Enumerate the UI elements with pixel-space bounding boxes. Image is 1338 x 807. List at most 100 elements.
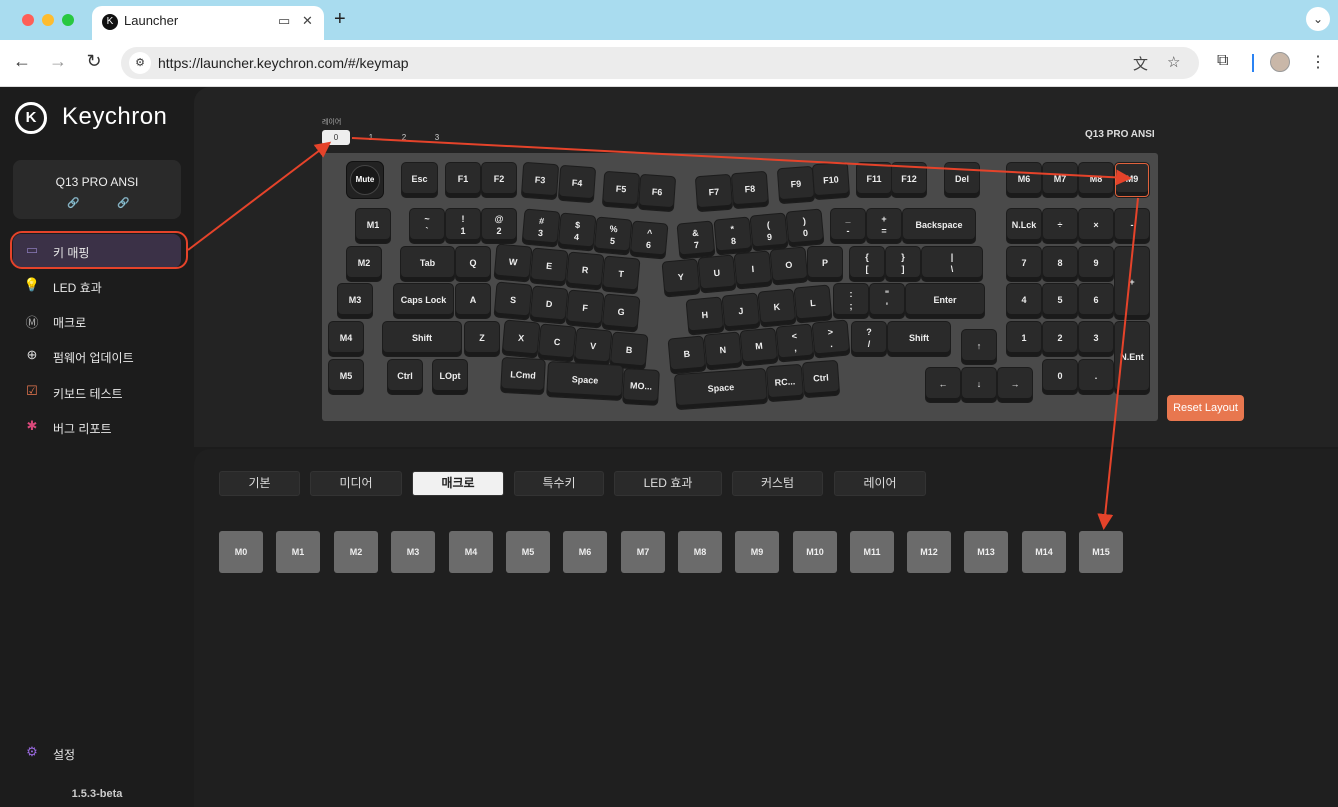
key[interactable]: M (740, 328, 778, 366)
browser-menu-icon[interactable]: ⋮ (1310, 52, 1326, 72)
key[interactable]: F5 (602, 171, 640, 209)
macro-key-m2[interactable]: M2 (334, 531, 378, 573)
link-icon[interactable]: 🔗 (67, 198, 79, 209)
key[interactable]: J (722, 293, 760, 331)
macro-key-m12[interactable]: M12 (907, 531, 951, 573)
key[interactable]: 2 (1043, 322, 1077, 356)
key[interactable]: M9 (1115, 163, 1149, 197)
key[interactable]: > . (812, 320, 850, 358)
key[interactable]: Esc (402, 163, 437, 197)
layer-button-3[interactable]: 3 (423, 130, 451, 145)
macro-key-m3[interactable]: M3 (391, 531, 435, 573)
key[interactable]: M4 (329, 322, 363, 356)
key[interactable]: RC... (766, 364, 804, 402)
macro-key-m6[interactable]: M6 (563, 531, 607, 573)
minimize-window-button[interactable] (42, 14, 54, 26)
tab-custom[interactable]: 커스텀 (732, 471, 823, 496)
key[interactable]: 1 (1007, 322, 1041, 356)
key[interactable]: @ 2 (482, 209, 516, 243)
key[interactable]: ! 1 (446, 209, 480, 243)
key[interactable]: 9 (1079, 247, 1113, 281)
reset-layout-button[interactable]: Reset Layout (1167, 395, 1244, 421)
sidebar-item-firmware[interactable]: ⊕ 펌웨어 업데이트 (13, 339, 181, 373)
tab-media[interactable]: 미디어 (310, 471, 402, 496)
key[interactable]: F3 (521, 162, 559, 200)
key[interactable]: Del (945, 163, 979, 197)
key[interactable]: M5 (329, 360, 363, 394)
key[interactable]: M6 (1007, 163, 1041, 197)
url-text[interactable]: https://launcher.keychron.com/#/keymap (158, 55, 409, 71)
key[interactable]: | \ (922, 247, 982, 281)
key[interactable]: F9 (777, 166, 815, 204)
layer-button-0[interactable]: 0 (322, 130, 350, 145)
key[interactable]: W (494, 244, 532, 282)
key[interactable]: Backspace (903, 209, 975, 243)
address-bar[interactable]: ⚙ https://launcher.keychron.com/#/keymap… (121, 47, 1199, 79)
close-window-button[interactable] (22, 14, 34, 26)
key[interactable]: Enter (906, 284, 984, 318)
key[interactable]: Shift (383, 322, 461, 356)
key[interactable]: + = (867, 209, 901, 243)
key[interactable]: M7 (1043, 163, 1077, 197)
key[interactable]: F10 (812, 162, 850, 200)
key[interactable]: F1 (446, 163, 480, 197)
volume-knob[interactable]: Mute (347, 162, 383, 198)
key[interactable]: M8 (1079, 163, 1113, 197)
key[interactable]: N.Ent (1115, 322, 1149, 394)
key[interactable]: ← (926, 368, 960, 402)
key[interactable]: - (1115, 209, 1149, 243)
key[interactable]: F2 (482, 163, 516, 197)
site-settings-icon[interactable]: ⚙ (129, 52, 151, 74)
key[interactable]: : ; (834, 284, 868, 318)
tab-media-icon[interactable]: ▭ (278, 13, 290, 29)
key[interactable]: Caps Lock (394, 284, 453, 318)
sidebar-item-macro[interactable]: Ⓜ 매크로 (13, 304, 181, 338)
key[interactable]: Z (465, 322, 499, 356)
key[interactable]: S (494, 282, 532, 320)
key[interactable]: → (998, 368, 1032, 402)
macro-key-m14[interactable]: M14 (1022, 531, 1066, 573)
key[interactable]: 3 (1079, 322, 1113, 356)
key[interactable]: F (566, 290, 604, 328)
forward-arrow-icon[interactable]: → (46, 51, 70, 72)
key[interactable]: B (610, 332, 648, 370)
key[interactable]: LOpt (433, 360, 467, 394)
key[interactable]: X (502, 320, 540, 358)
key[interactable]: _ - (831, 209, 865, 243)
key[interactable]: Tab (401, 247, 454, 281)
macro-key-m9[interactable]: M9 (735, 531, 779, 573)
key[interactable]: F4 (558, 165, 596, 203)
key[interactable]: Y (662, 259, 700, 297)
sidebar-item-test[interactable]: ☑ 키보드 테스트 (13, 375, 181, 409)
key[interactable]: E (530, 248, 568, 286)
key[interactable]: ↓ (962, 368, 996, 402)
key[interactable]: O (770, 247, 808, 285)
key[interactable]: LCmd (501, 357, 545, 395)
key[interactable]: H (686, 297, 724, 335)
key[interactable]: MO... (623, 369, 659, 405)
key[interactable]: T (602, 256, 640, 294)
key[interactable]: % 5 (594, 217, 632, 255)
tab-macro[interactable]: 매크로 (412, 471, 504, 496)
translate-icon[interactable]: 文 (1133, 53, 1148, 74)
key[interactable]: . (1079, 360, 1113, 394)
macro-key-m0[interactable]: M0 (219, 531, 263, 573)
key[interactable]: < , (776, 324, 814, 362)
key[interactable]: R (566, 252, 604, 290)
key[interactable]: ÷ (1043, 209, 1077, 243)
key[interactable]: F6 (638, 174, 676, 212)
key[interactable]: 4 (1007, 284, 1041, 318)
key[interactable]: F12 (892, 163, 926, 197)
tab-basic[interactable]: 기본 (219, 471, 300, 496)
key[interactable]: L (794, 285, 832, 323)
key[interactable]: ? / (852, 322, 886, 356)
key[interactable]: M2 (347, 247, 381, 281)
key[interactable]: U (698, 255, 736, 293)
sidebar-item-led[interactable]: 💡 LED 효과 (13, 269, 181, 303)
key[interactable]: Q (456, 247, 490, 281)
macro-key-m13[interactable]: M13 (964, 531, 1008, 573)
key[interactable]: 6 (1079, 284, 1113, 318)
reload-icon[interactable]: ↻ (82, 51, 106, 72)
macro-key-m15[interactable]: M15 (1079, 531, 1123, 573)
key[interactable]: A (456, 284, 490, 318)
